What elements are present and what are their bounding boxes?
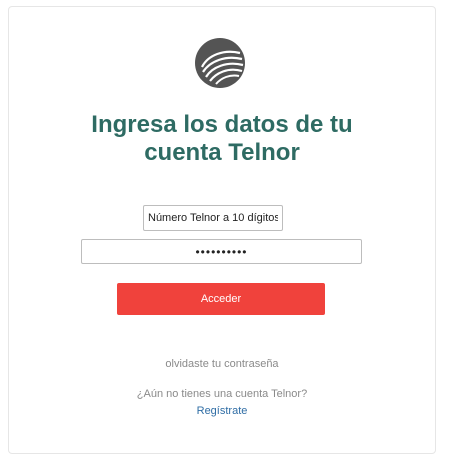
register-link[interactable]: Regístrate — [9, 405, 435, 417]
title-line-1: Ingresa los datos de tu — [91, 111, 353, 138]
forgot-password-link[interactable]: olvidaste tu contraseña — [9, 358, 435, 370]
title-line-2: cuenta Telnor — [144, 139, 300, 166]
password-input[interactable] — [81, 239, 362, 264]
login-card: Ingresa los datos de tu cuenta Telnor Ac… — [8, 6, 436, 454]
telnor-logo-icon — [195, 38, 245, 88]
login-button[interactable]: Acceder — [117, 283, 325, 315]
page-title: Ingresa los datos de tu cuenta Telnor — [9, 111, 435, 167]
phone-number-input[interactable] — [143, 205, 283, 231]
no-account-text: ¿Aún no tienes una cuenta Telnor? — [136, 388, 308, 400]
